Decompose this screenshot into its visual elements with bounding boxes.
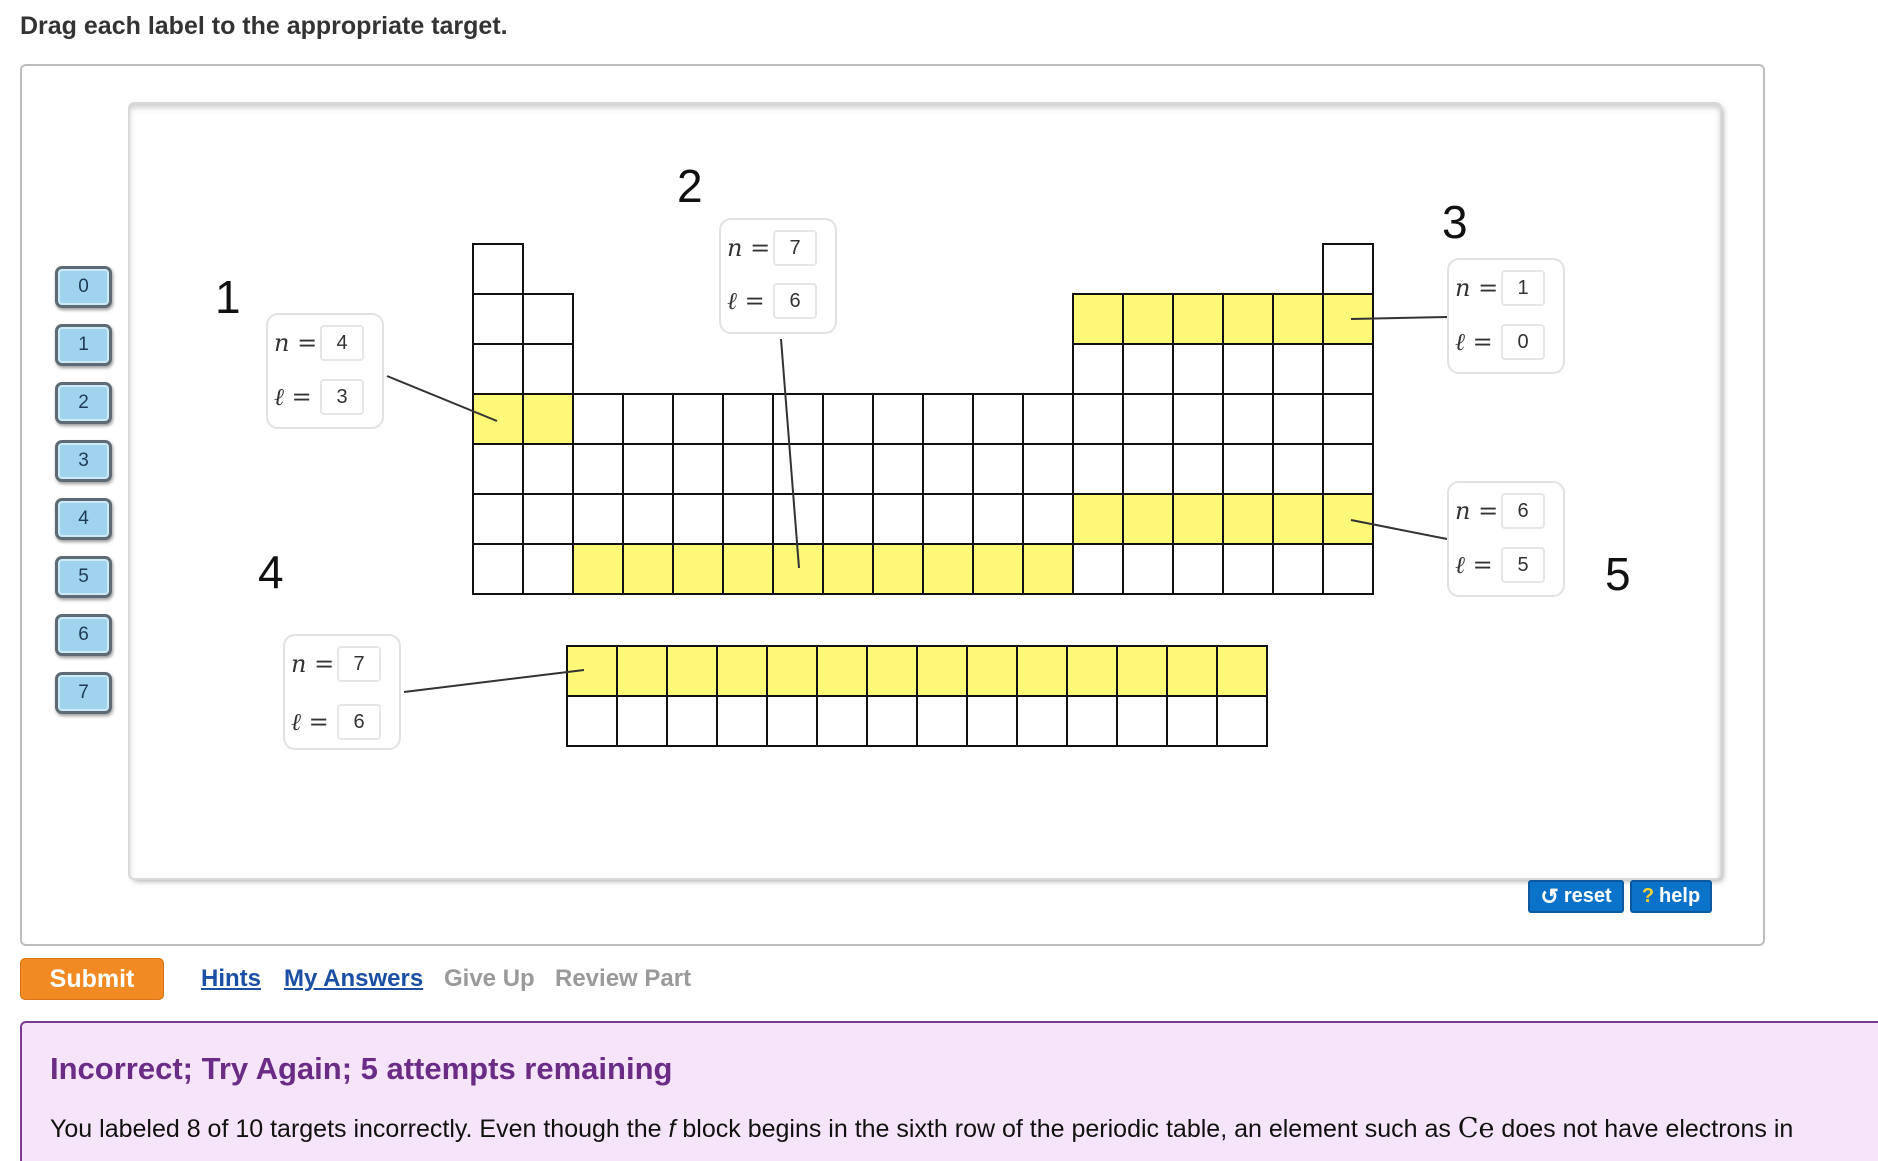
- n-label: n =: [291, 650, 335, 678]
- n-drop-target[interactable]: 7: [337, 646, 381, 682]
- target-box-4: n = 7 ℓ = 6: [283, 634, 401, 750]
- target-box-1: n = 4 ℓ = 3: [266, 313, 384, 429]
- feedback-title: Incorrect; Try Again; 5 attempts remaini…: [50, 1051, 673, 1086]
- target-box-3: n = 1 ℓ = 0: [1447, 258, 1565, 374]
- l-drop-target[interactable]: 6: [773, 283, 817, 319]
- target-number-5: 5: [1605, 548, 1631, 600]
- label-token-7[interactable]: 7: [55, 672, 112, 714]
- n-label: n =: [1455, 274, 1499, 302]
- l-label: ℓ =: [727, 286, 765, 315]
- feedback-text-part: You labeled 8 of 10 targets incorrectly.…: [50, 1115, 669, 1143]
- target-number-2: 2: [677, 160, 703, 212]
- review-part-link: Review Part: [555, 965, 692, 992]
- l-label: ℓ =: [1455, 550, 1493, 579]
- l-label: ℓ =: [291, 707, 329, 736]
- reset-icon: ↺: [1540, 883, 1559, 909]
- instruction-text: Drag each label to the appropriate targe…: [20, 12, 508, 40]
- n-drop-target[interactable]: 4: [320, 325, 364, 361]
- help-label: help: [1659, 885, 1701, 907]
- label-token-0[interactable]: 0: [55, 266, 112, 308]
- n-label: n =: [1455, 497, 1499, 525]
- target-number-1: 1: [215, 271, 241, 323]
- label-token-1[interactable]: 1: [55, 324, 112, 366]
- n-label: n =: [274, 329, 318, 357]
- label-token-6[interactable]: 6: [55, 614, 112, 656]
- feedback-text-part: does not have electrons in: [1494, 1115, 1794, 1143]
- target-box-2: n = 7 ℓ = 6: [719, 218, 837, 334]
- my-answers-link[interactable]: My Answers: [284, 965, 423, 993]
- l-drop-target[interactable]: 3: [320, 379, 364, 415]
- label-token-5[interactable]: 5: [55, 556, 112, 598]
- reset-button[interactable]: ↺ reset: [1528, 880, 1624, 913]
- l-drop-target[interactable]: 6: [337, 704, 381, 740]
- submit-button[interactable]: Submit: [20, 958, 164, 1000]
- n-label: n =: [727, 234, 771, 262]
- help-button[interactable]: ? help: [1630, 880, 1712, 913]
- help-icon: ?: [1641, 885, 1655, 907]
- label-token-3[interactable]: 3: [55, 440, 112, 482]
- n-drop-target[interactable]: 1: [1501, 270, 1545, 306]
- feedback-panel: Incorrect; Try Again; 5 attempts remaini…: [20, 1021, 1878, 1161]
- target-number-4: 4: [258, 546, 284, 598]
- give-up-link: Give Up: [444, 965, 535, 992]
- label-token-4[interactable]: 4: [55, 498, 112, 540]
- l-drop-target[interactable]: 0: [1501, 324, 1545, 360]
- reset-label: reset: [1563, 885, 1612, 907]
- n-drop-target[interactable]: 6: [1501, 493, 1545, 529]
- feedback-text-part: block begins in the sixth row of the per…: [675, 1115, 1458, 1143]
- feedback-text: You labeled 8 of 10 targets incorrectly.…: [50, 1113, 1793, 1144]
- feedback-element: Ce: [1457, 1113, 1495, 1144]
- l-drop-target[interactable]: 5: [1501, 547, 1545, 583]
- label-token-2[interactable]: 2: [55, 382, 112, 424]
- target-box-5: n = 6 ℓ = 5: [1447, 481, 1565, 597]
- l-label: ℓ =: [274, 382, 312, 411]
- hints-link[interactable]: Hints: [201, 965, 261, 993]
- target-number-3: 3: [1442, 196, 1468, 248]
- l-label: ℓ =: [1455, 327, 1493, 356]
- n-drop-target[interactable]: 7: [773, 230, 817, 266]
